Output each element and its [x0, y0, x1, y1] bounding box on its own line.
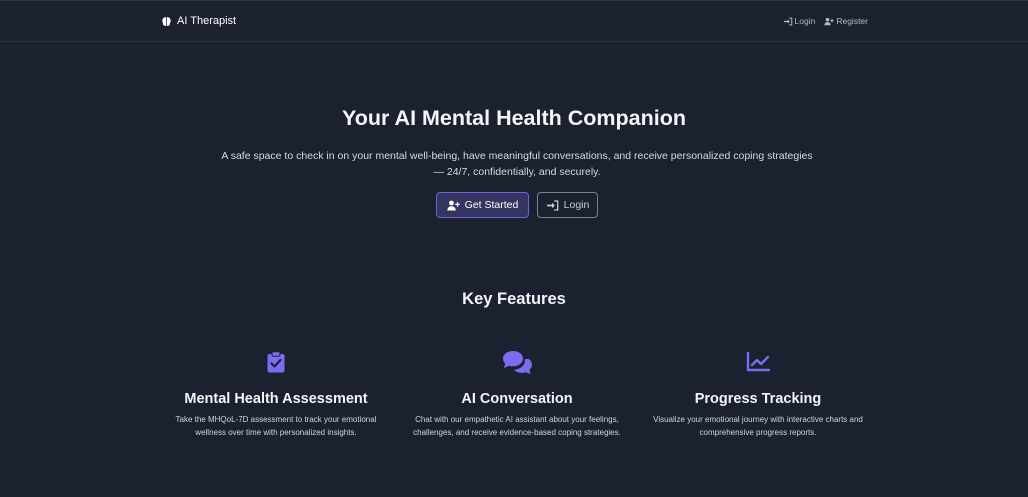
chat-bubbles-icon	[412, 350, 622, 374]
brain-icon	[162, 16, 171, 26]
nav-login-link[interactable]: Login	[783, 16, 816, 26]
sign-in-icon	[546, 199, 558, 211]
feature-progress-title: Progress Tracking	[694, 391, 822, 407]
brand[interactable]: AI Therapist	[161, 15, 236, 27]
navbar: AI Therapist Login Register	[0, 0, 1028, 42]
clipboard-check-icon	[171, 350, 381, 374]
nav-register-link[interactable]: Register	[824, 16, 868, 26]
brand-name: AI Therapist	[177, 15, 237, 27]
hero-title: Your AI Mental Health Companion	[341, 106, 686, 130]
feature-progress-description: Visualize your emotional journey with in…	[653, 415, 863, 437]
nav-register-label: Register	[836, 16, 868, 26]
chart-line-icon	[653, 350, 863, 374]
get-started-button[interactable]: Get Started	[436, 192, 529, 218]
features-title: Key Features	[462, 290, 566, 308]
login-button-label: Login	[563, 199, 590, 211]
feature-conversation-title: AI Conversation	[461, 391, 573, 407]
feature-assessment-description: Take the MHQoL-7D assessment to track yo…	[175, 415, 377, 437]
feature-conversation: AI Conversation Chat with our empathetic…	[412, 350, 622, 439]
hero-subtitle: A safe space to check in on your mental …	[221, 150, 813, 178]
user-plus-icon	[824, 17, 835, 25]
sign-in-icon	[783, 17, 792, 25]
feature-assessment-title: Mental Health Assessment	[184, 391, 368, 407]
get-started-label: Get Started	[464, 199, 519, 211]
nav-links: Login Register	[783, 16, 868, 26]
feature-assessment: Mental Health Assessment Take the MHQoL-…	[171, 350, 381, 439]
user-plus-icon	[446, 200, 460, 210]
nav-login-label: Login	[794, 16, 816, 26]
login-button[interactable]: Login	[537, 192, 598, 218]
feature-conversation-description: Chat with our empathetic AI assistant ab…	[413, 415, 621, 437]
feature-progress: Progress Tracking Visualize your emotion…	[653, 350, 863, 439]
